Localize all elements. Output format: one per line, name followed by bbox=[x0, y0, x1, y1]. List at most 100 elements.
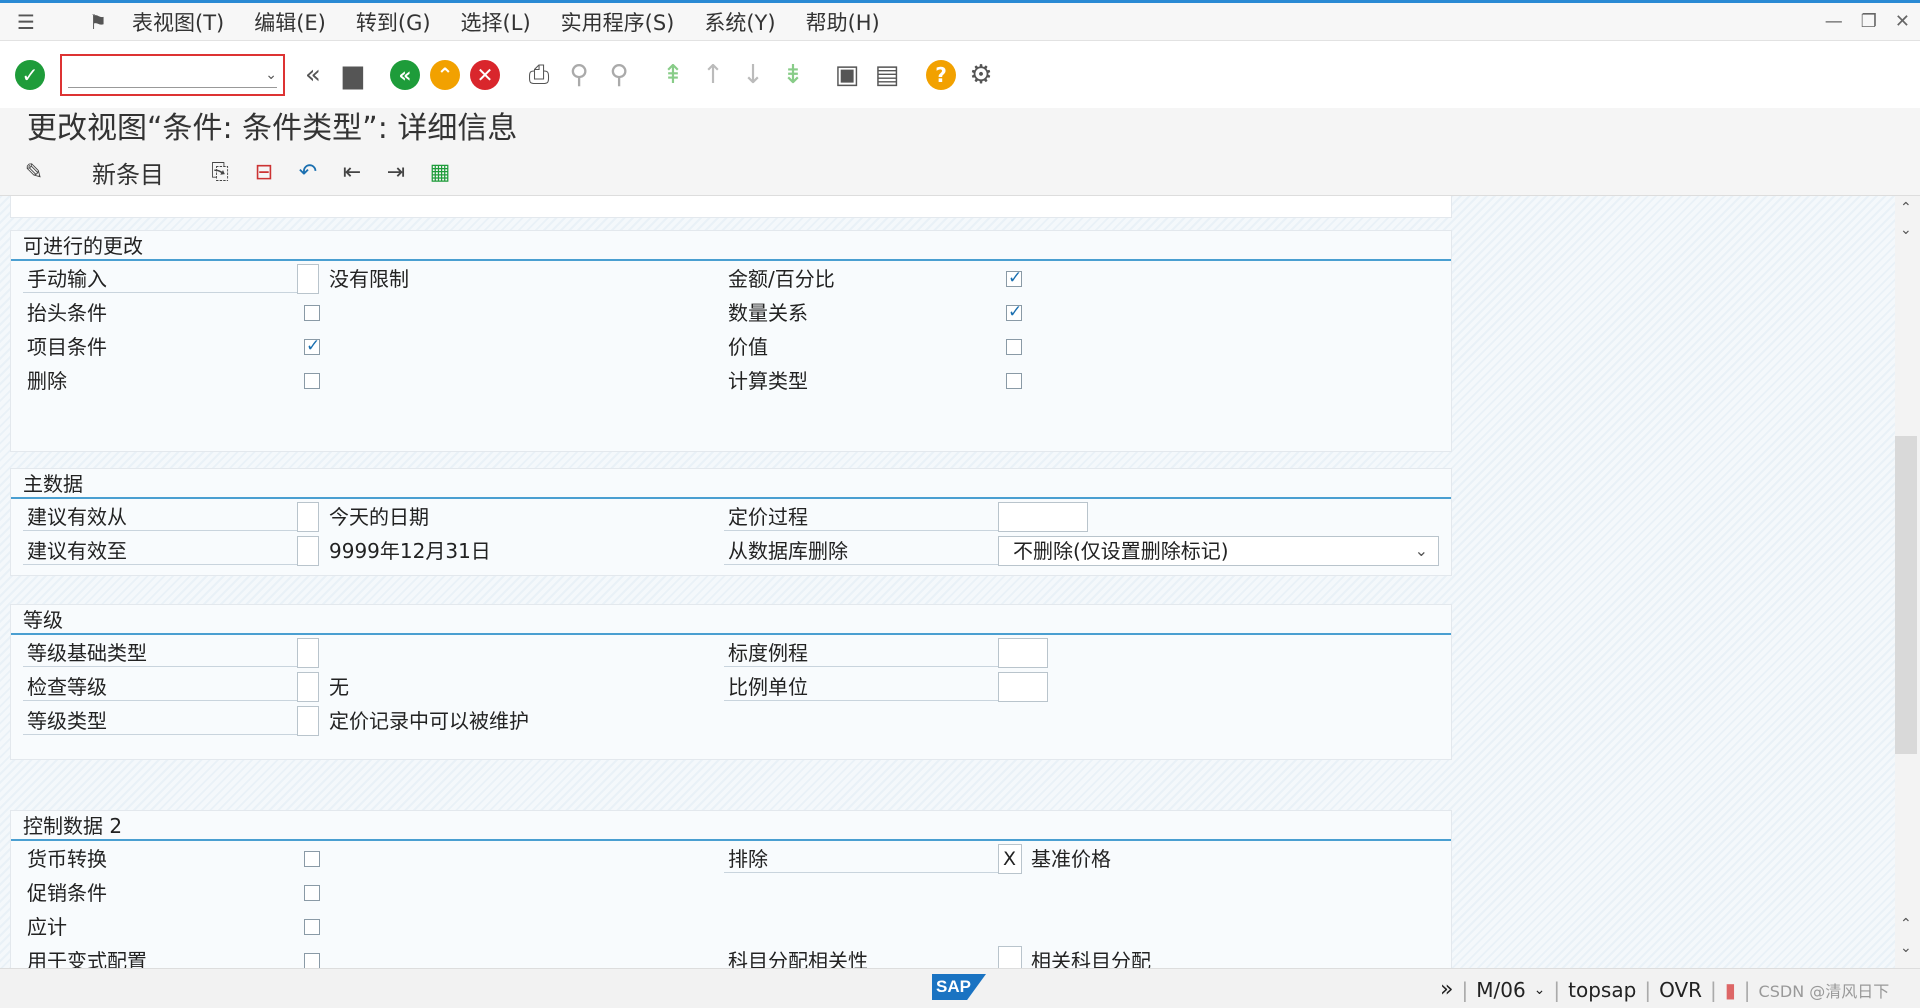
scale-formula-field[interactable] bbox=[998, 638, 1048, 668]
check-scale-label: 检查等级 bbox=[23, 673, 305, 701]
valid-to-desc: 9999年12月31日 bbox=[329, 539, 491, 563]
top-strip bbox=[10, 196, 1452, 218]
calc-type-checkbox[interactable] bbox=[1006, 373, 1022, 389]
next-entry-icon[interactable]: ⇥ bbox=[380, 157, 412, 189]
settings-icon[interactable]: ⚙ bbox=[963, 57, 999, 93]
exit-icon: ⌃ bbox=[430, 60, 460, 90]
select-all-icon[interactable]: ▦ bbox=[424, 157, 456, 189]
double-left-icon[interactable]: « bbox=[295, 57, 331, 93]
group-title: 主数据 bbox=[11, 469, 1451, 499]
next-page-icon[interactable]: ↓ bbox=[735, 57, 771, 93]
check-scale-field[interactable] bbox=[297, 672, 319, 702]
menu-table-view[interactable]: 表视图(T) bbox=[132, 7, 224, 37]
promo-cond-checkbox[interactable] bbox=[304, 885, 320, 901]
valid-from-field[interactable] bbox=[297, 502, 319, 532]
scroll-down-icon[interactable]: ⌄ bbox=[1900, 940, 1912, 956]
delete-db-select[interactable]: 不删除(仅设置删除标记) ⌄ bbox=[998, 536, 1439, 566]
accrual-label: 应计 bbox=[27, 915, 67, 939]
group-changes: 可进行的更改 手动输入 没有限制 抬头条件 项目条件 删除 金额/百分比 数量关… bbox=[10, 230, 1452, 452]
manual-entry-field[interactable] bbox=[297, 264, 319, 294]
previous-entry-icon[interactable]: ⇤ bbox=[336, 157, 368, 189]
application-toolbar: ✎ 新条目 ⎘ ⊟ ↶ ⇤ ⇥ ▦ bbox=[0, 150, 1920, 196]
scroll-thumb[interactable] bbox=[1895, 436, 1917, 754]
valid-from-desc: 今天的日期 bbox=[329, 505, 429, 529]
restore-icon[interactable]: ❐ bbox=[1861, 11, 1877, 32]
chevron-down-icon[interactable]: ⌄ bbox=[1534, 982, 1546, 998]
currency-conv-checkbox[interactable] bbox=[304, 851, 320, 867]
menu-edit[interactable]: 编辑(E) bbox=[254, 7, 326, 37]
command-field[interactable]: ⌄ bbox=[60, 54, 285, 96]
new-entries-button[interactable]: 新条目 bbox=[92, 155, 164, 190]
variant-config-checkbox[interactable] bbox=[304, 953, 320, 968]
scale-type-desc: 定价记录中可以被维护 bbox=[329, 709, 529, 733]
check-scale-desc: 无 bbox=[329, 675, 349, 699]
accrual-checkbox[interactable] bbox=[304, 919, 320, 935]
exclusion-field[interactable]: X bbox=[998, 844, 1022, 874]
exit-button[interactable]: ⌃ bbox=[427, 57, 463, 93]
item-condition-checkbox[interactable] bbox=[304, 336, 320, 356]
first-page-icon[interactable]: ⇞ bbox=[655, 57, 691, 93]
status-mode[interactable]: M/06 bbox=[1476, 978, 1525, 1002]
scroll-up-icon[interactable]: ⌃ bbox=[1900, 916, 1912, 932]
last-page-icon[interactable]: ⇟ bbox=[775, 57, 811, 93]
scale-unit-field[interactable] bbox=[998, 672, 1048, 702]
scale-formula-label: 标度例程 bbox=[724, 639, 1006, 667]
menu-goto[interactable]: 转到(G) bbox=[356, 7, 431, 37]
menu-system[interactable]: 系统(Y) bbox=[704, 7, 775, 37]
detail-content: 可进行的更改 手动输入 没有限制 抬头条件 项目条件 删除 金额/百分比 数量关… bbox=[0, 196, 1895, 968]
pricing-proc-field[interactable] bbox=[998, 502, 1088, 532]
prev-page-icon[interactable]: ↑ bbox=[695, 57, 731, 93]
find-icon[interactable]: ⚲ bbox=[561, 57, 597, 93]
back-button[interactable]: « bbox=[387, 57, 423, 93]
status-ovr[interactable]: OVR bbox=[1659, 978, 1702, 1002]
variant-config-label: 用于变式配置 bbox=[27, 949, 147, 968]
manual-entry-desc: 没有限制 bbox=[329, 267, 409, 291]
menu-icon[interactable]: ☰ bbox=[14, 10, 38, 34]
minimize-icon[interactable]: — bbox=[1825, 11, 1843, 32]
customize-icon[interactable]: ⚑ bbox=[86, 10, 110, 34]
create-session-icon[interactable]: ▣ bbox=[829, 57, 865, 93]
scale-base-field[interactable] bbox=[297, 638, 319, 668]
valid-from-label: 建议有效从 bbox=[23, 503, 305, 531]
find-next-icon[interactable]: ⚲ bbox=[601, 57, 637, 93]
display-change-icon[interactable]: ✎ bbox=[18, 157, 50, 189]
scale-type-field[interactable] bbox=[297, 706, 319, 736]
valid-to-label: 建议有效至 bbox=[23, 537, 305, 565]
header-condition-label: 抬头条件 bbox=[27, 301, 107, 325]
print-icon[interactable]: ⎙ bbox=[521, 57, 557, 93]
cancel-button[interactable]: ✕ bbox=[467, 57, 503, 93]
menu-select[interactable]: 选择(L) bbox=[461, 7, 531, 37]
enter-button[interactable]: ✓ bbox=[12, 57, 48, 93]
amount-percent-checkbox[interactable] bbox=[1006, 268, 1022, 288]
vertical-scrollbar[interactable]: ⌃ ⌄ ⌃ ⌄ bbox=[1895, 196, 1920, 968]
delete-label: 删除 bbox=[27, 369, 67, 393]
page-title: 更改视图“条件: 条件类型”: 详细信息 bbox=[27, 111, 518, 146]
scale-type-label: 等级类型 bbox=[23, 707, 305, 735]
menu-help[interactable]: 帮助(H) bbox=[806, 7, 880, 37]
qty-relation-checkbox[interactable] bbox=[1006, 302, 1022, 322]
value-label: 价值 bbox=[728, 335, 768, 359]
scroll-down-icon[interactable]: ⌄ bbox=[1900, 222, 1912, 238]
currency-conv-label: 货币转换 bbox=[27, 847, 107, 871]
save-icon[interactable]: ▆ bbox=[335, 57, 371, 93]
shortcut-icon[interactable]: ▤ bbox=[869, 57, 905, 93]
valid-to-field[interactable] bbox=[297, 536, 319, 566]
menu-utilities[interactable]: 实用程序(S) bbox=[561, 7, 675, 37]
close-icon[interactable]: ✕ bbox=[1895, 11, 1910, 32]
delete-icon[interactable]: ⊟ bbox=[248, 157, 280, 189]
watermark: CSDN @清风日下 bbox=[1758, 981, 1890, 1001]
copy-icon[interactable]: ⎘ bbox=[204, 157, 236, 189]
help-button[interactable]: ? bbox=[923, 57, 959, 93]
acct-assign-desc: 相关科目分配 bbox=[1031, 949, 1151, 968]
expand-status-icon[interactable]: » bbox=[1440, 977, 1453, 1002]
delete-checkbox[interactable] bbox=[304, 373, 320, 389]
undo-icon[interactable]: ↶ bbox=[292, 157, 324, 189]
chart-icon: ▮ bbox=[1724, 977, 1736, 1002]
help-icon: ? bbox=[926, 60, 956, 90]
scroll-up-icon[interactable]: ⌃ bbox=[1900, 200, 1912, 216]
standard-toolbar: ✓ ⌄ « ▆ « ⌃ ✕ ⎙ ⚲ ⚲ ⇞ ↑ ↓ ⇟ ▣ ▤ ? ⚙ bbox=[0, 42, 1920, 108]
cancel-icon: ✕ bbox=[470, 60, 500, 90]
value-checkbox[interactable] bbox=[1006, 339, 1022, 355]
acct-assign-field[interactable] bbox=[998, 946, 1022, 968]
header-condition-checkbox[interactable] bbox=[304, 305, 320, 321]
